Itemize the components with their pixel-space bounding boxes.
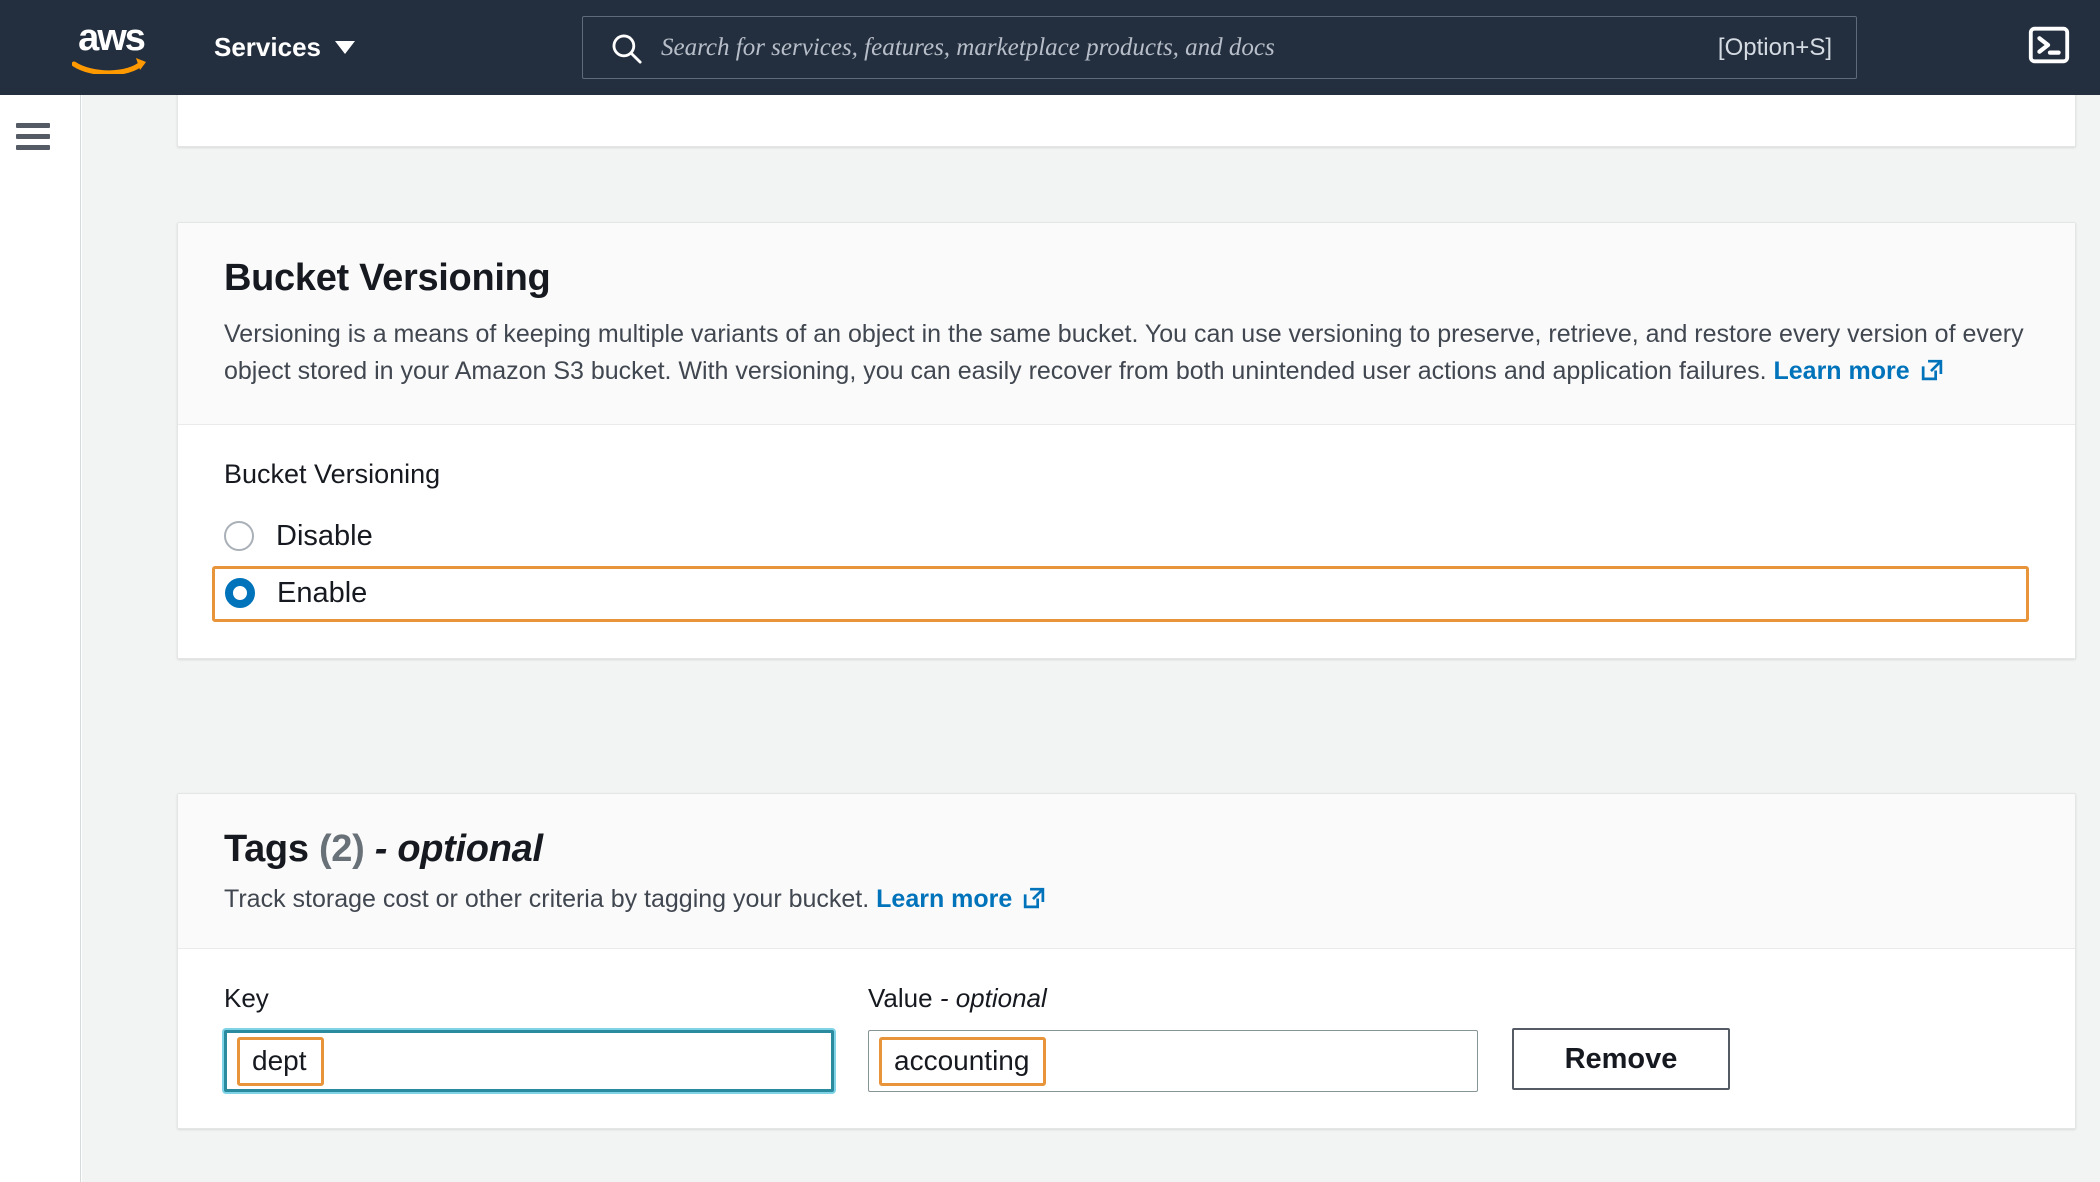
tag-value-input[interactable]: accounting [868, 1030, 1478, 1092]
search-input[interactable]: Search for services, features, marketpla… [661, 34, 1718, 62]
hamburger-bar [16, 134, 50, 139]
page-content-area: objects. Bucket Versioning Versioning is… [82, 95, 2100, 1182]
radio-label-enable: Enable [277, 576, 368, 609]
tags-count: (2) [318, 828, 365, 870]
tags-optional-suffix: - optional [374, 828, 543, 870]
radio-option-disable[interactable]: Disable [224, 508, 2029, 564]
bucket-versioning-field-label: Bucket Versioning [224, 459, 441, 489]
tag-row: Key dept Value - optional accounting Rem… [224, 983, 2029, 1092]
tags-title: Tags (2) - optional [224, 828, 2029, 871]
tag-value-label-text: Value [868, 983, 933, 1013]
tags-card-header: Tags (2) - optional Track storage cost o… [178, 794, 2075, 949]
previous-section-card: objects. [177, 95, 2076, 147]
hamburger-bar [16, 145, 50, 150]
bucket-versioning-card: Bucket Versioning Versioning is a means … [177, 222, 2076, 659]
aws-logo[interactable]: aws [68, 16, 154, 76]
bucket-versioning-card-header: Bucket Versioning Versioning is a means … [178, 223, 2075, 425]
versioning-learn-more-link[interactable]: Learn more [1773, 357, 1909, 385]
tags-description-text: Track storage cost or other criteria by … [224, 885, 870, 913]
aws-top-navigation: aws Services Search for services, featur… [0, 0, 2100, 95]
bucket-versioning-description-text: Versioning is a means of keeping multipl… [224, 320, 2024, 385]
tag-value-column: Value - optional accounting [868, 983, 1478, 1092]
services-menu-button[interactable]: Services [214, 32, 355, 63]
external-link-icon[interactable] [1919, 357, 1944, 382]
chevron-down-icon [334, 41, 355, 54]
aws-logo-wordmark: aws [78, 16, 146, 59]
bucket-versioning-description: Versioning is a means of keeping multipl… [224, 316, 2029, 390]
tags-learn-more-link[interactable]: Learn more [876, 885, 1012, 913]
tags-card-body: Key dept Value - optional accounting Rem… [178, 949, 2075, 1128]
radio-option-enable[interactable]: Enable [212, 566, 2029, 622]
global-search-bar[interactable]: Search for services, features, marketpla… [582, 16, 1857, 79]
bucket-versioning-title: Bucket Versioning [224, 257, 551, 299]
radio-icon-enable[interactable] [225, 578, 255, 608]
tag-value-input-value: accounting [879, 1036, 1047, 1086]
external-link-icon[interactable] [1021, 885, 1046, 910]
search-shortcut-hint: [Option+S] [1717, 33, 1832, 61]
tags-description: Track storage cost or other criteria by … [224, 885, 2029, 914]
cloudshell-terminal-icon[interactable] [2026, 22, 2072, 68]
bucket-versioning-card-body: Bucket Versioning Disable Enable [178, 425, 2075, 658]
radio-icon-disable[interactable] [224, 521, 254, 551]
tag-value-label: Value - optional [868, 983, 1478, 1014]
tag-key-input[interactable]: dept [224, 1030, 834, 1092]
tag-key-input-value: dept [237, 1036, 324, 1086]
left-navigation-rail [0, 95, 81, 1182]
tag-key-column: Key dept [224, 983, 834, 1092]
tag-value-optional-suffix: - optional [939, 983, 1047, 1013]
tag-key-label: Key [224, 983, 269, 1013]
tags-card: Tags (2) - optional Track storage cost o… [177, 793, 2076, 1129]
search-icon [612, 34, 642, 64]
tags-title-text: Tags [224, 828, 309, 870]
radio-label-disable: Disable [276, 519, 373, 552]
hamburger-bar [16, 123, 50, 128]
aws-logo-smile-icon [72, 57, 146, 74]
remove-tag-button[interactable]: Remove [1512, 1028, 1730, 1090]
hamburger-menu-icon[interactable] [16, 123, 50, 150]
services-menu-label: Services [214, 32, 321, 62]
